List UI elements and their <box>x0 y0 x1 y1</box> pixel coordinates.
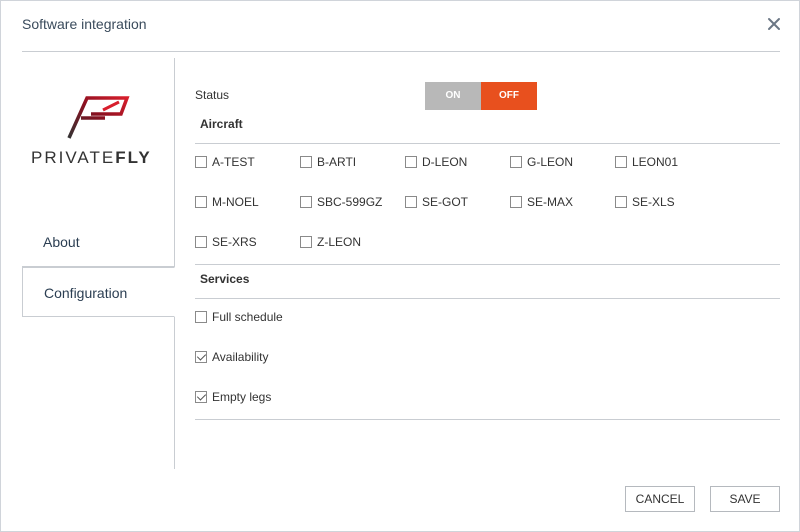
status-toggle[interactable]: ON OFF <box>425 82 537 110</box>
services-section-title: Services <box>200 272 250 286</box>
aircraft-checkbox-leon01[interactable]: LEON01 <box>615 154 678 170</box>
aircraft-label: LEON01 <box>632 155 679 169</box>
tab-about[interactable]: About <box>22 217 175 267</box>
aircraft-checkbox-a-test[interactable]: A-TEST <box>195 154 255 170</box>
logo-wordmark-right: FLY <box>115 148 152 167</box>
status-on-button[interactable]: ON <box>425 82 481 110</box>
software-integration-dialog: Software integration PRIVATEFLY About Co… <box>0 0 800 532</box>
aircraft-checkbox-g-leon[interactable]: G-LEON <box>510 154 573 170</box>
aircraft-checkbox-z-leon[interactable]: Z-LEON <box>300 234 361 250</box>
checkbox-box[interactable] <box>195 311 207 323</box>
close-icon[interactable] <box>765 15 783 33</box>
header-divider <box>22 51 780 52</box>
save-button[interactable]: SAVE <box>710 486 780 512</box>
checkbox-box[interactable] <box>510 196 522 208</box>
privatefly-logo: PRIVATEFLY <box>31 96 161 168</box>
service-label: Empty legs <box>212 390 272 404</box>
aircraft-checkbox-d-leon[interactable]: D-LEON <box>405 154 467 170</box>
aircraft-section-title: Aircraft <box>200 117 243 131</box>
checkbox-box[interactable] <box>300 156 312 168</box>
logo-wordmark: PRIVATEFLY <box>31 148 161 168</box>
services-bottom-divider <box>195 419 780 420</box>
service-checkbox-full-schedule[interactable]: Full schedule <box>195 309 283 325</box>
checkbox-box[interactable] <box>300 196 312 208</box>
checkbox-box[interactable] <box>195 196 207 208</box>
checkbox-box[interactable] <box>615 156 627 168</box>
aircraft-bottom-divider <box>195 264 780 265</box>
aircraft-checkbox-se-xls[interactable]: SE-XLS <box>615 194 675 210</box>
aircraft-label: SE-XLS <box>632 195 675 209</box>
cancel-button[interactable]: CANCEL <box>625 486 695 512</box>
aircraft-checkbox-se-max[interactable]: SE-MAX <box>510 194 573 210</box>
aircraft-label: B-ARTI <box>317 155 357 169</box>
checkbox-box[interactable] <box>615 196 627 208</box>
checkbox-box[interactable] <box>510 156 522 168</box>
checkbox-box[interactable] <box>300 236 312 248</box>
aircraft-checkbox-se-xrs[interactable]: SE-XRS <box>195 234 257 250</box>
logo-wordmark-left: PRIVATE <box>31 148 116 167</box>
checkbox-box[interactable] <box>195 236 207 248</box>
checkbox-box[interactable] <box>195 156 207 168</box>
checkbox-box[interactable] <box>405 156 417 168</box>
aircraft-label: SBC-599GZ <box>317 195 383 209</box>
aircraft-label: SE-MAX <box>527 195 574 209</box>
tab-configuration[interactable]: Configuration <box>22 267 175 317</box>
checkbox-box-checked[interactable] <box>195 391 207 403</box>
service-checkbox-availability[interactable]: Availability <box>195 349 268 365</box>
services-divider <box>195 298 780 299</box>
aircraft-label: A-TEST <box>212 155 255 169</box>
aircraft-label: Z-LEON <box>317 235 362 249</box>
status-label: Status <box>195 88 230 102</box>
aircraft-divider <box>195 143 780 144</box>
aircraft-label: D-LEON <box>422 155 468 169</box>
dialog-title: Software integration <box>22 16 147 32</box>
checkbox-box-checked[interactable] <box>195 351 207 363</box>
aircraft-label: SE-XRS <box>212 235 257 249</box>
status-off-button[interactable]: OFF <box>481 82 537 110</box>
service-label: Full schedule <box>212 310 283 324</box>
aircraft-checkbox-b-arti[interactable]: B-ARTI <box>300 154 356 170</box>
privatefly-logo-mark <box>67 96 130 139</box>
aircraft-checkbox-se-got[interactable]: SE-GOT <box>405 194 468 210</box>
checkbox-box[interactable] <box>405 196 417 208</box>
service-checkbox-empty-legs[interactable]: Empty legs <box>195 389 271 405</box>
aircraft-checkbox-sbc-599gz[interactable]: SBC-599GZ <box>300 194 382 210</box>
aircraft-checkbox-m-noel[interactable]: M-NOEL <box>195 194 259 210</box>
aircraft-label: SE-GOT <box>422 195 469 209</box>
aircraft-label: M-NOEL <box>212 195 259 209</box>
service-label: Availability <box>212 350 269 364</box>
aircraft-label: G-LEON <box>527 155 574 169</box>
